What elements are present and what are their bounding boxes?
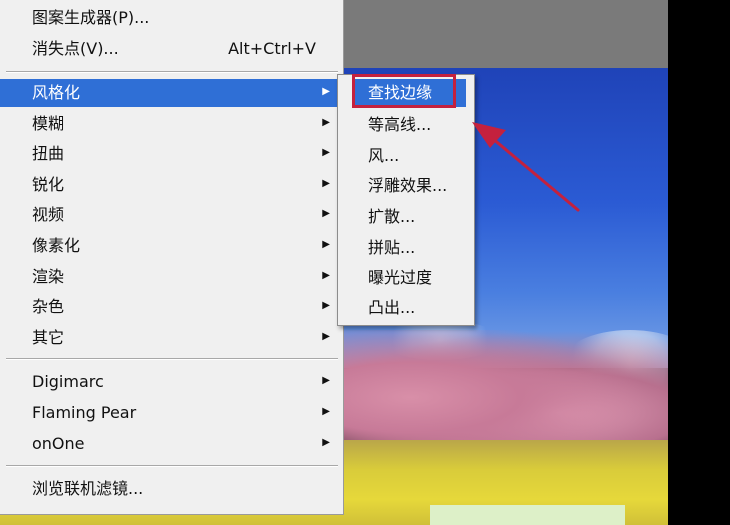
menu-item-sharpen[interactable]: 锐化 ▶ [0, 171, 342, 199]
menu-item-label: Digimarc [32, 372, 104, 391]
menu-item-label: 消失点(V)... [32, 39, 119, 58]
menu-item-label: 风格化 [32, 83, 81, 102]
menu-item-label: 锐化 [32, 175, 65, 194]
filter-menu: 图案生成器(P)... 消失点(V)... Alt+Ctrl+V 风格化 ▶ 模… [0, 0, 344, 515]
submenu-item-label: 拼贴... [368, 238, 416, 257]
menu-item-label: 扭曲 [32, 144, 65, 163]
menu-item-pattern-maker[interactable]: 图案生成器(P)... [0, 4, 342, 32]
submenu-item-label: 凸出... [368, 298, 416, 317]
submenu-item-solarize[interactable]: 曝光过度 [338, 263, 474, 293]
menu-item-label: 浏览联机滤镜... [32, 479, 144, 498]
menu-item-onone[interactable]: onOne ▶ [0, 430, 342, 458]
menu-item-browse-online-filters[interactable]: 浏览联机滤镜... [0, 475, 342, 503]
submenu-item-label: 扩散... [368, 207, 416, 226]
submenu-item-label: 曝光过度 [368, 268, 433, 287]
menu-item-label: 视频 [32, 205, 65, 224]
triangle-right-icon: ▶ [322, 375, 330, 386]
triangle-right-icon: ▶ [322, 117, 330, 128]
triangle-right-icon: ▶ [322, 86, 330, 97]
menu-item-render[interactable]: 渲染 ▶ [0, 263, 342, 291]
menu-item-label: onOne [32, 434, 85, 453]
menu-item-vanishing-point[interactable]: 消失点(V)... Alt+Ctrl+V [0, 35, 342, 63]
triangle-right-icon: ▶ [322, 239, 330, 250]
submenu-item-wind[interactable]: 风... [338, 141, 474, 171]
triangle-right-icon: ▶ [322, 437, 330, 448]
submenu-item-emboss[interactable]: 浮雕效果... [338, 171, 474, 201]
triangle-right-icon: ▶ [322, 147, 330, 158]
menu-item-video[interactable]: 视频 ▶ [0, 201, 342, 229]
submenu-item-label: 等高线... [368, 115, 432, 134]
triangle-right-icon: ▶ [322, 406, 330, 417]
screenshot-stage: 图案生成器(P)... 消失点(V)... Alt+Ctrl+V 风格化 ▶ 模… [0, 0, 730, 525]
triangle-right-icon: ▶ [322, 208, 330, 219]
menu-separator [6, 465, 338, 467]
menu-separator [6, 71, 338, 73]
submenu-item-diffuse[interactable]: 扩散... [338, 202, 474, 232]
menu-item-stylize[interactable]: 风格化 ▶ [0, 79, 342, 107]
menu-item-other[interactable]: 其它 ▶ [0, 324, 342, 352]
menu-item-label: 渲染 [32, 267, 65, 286]
menu-separator [6, 358, 338, 360]
submenu-item-label: 浮雕效果... [368, 176, 448, 195]
menu-item-noise[interactable]: 杂色 ▶ [0, 293, 342, 321]
triangle-right-icon: ▶ [322, 270, 330, 281]
menu-item-flaming-pear[interactable]: Flaming Pear ▶ [0, 399, 342, 427]
menu-item-pixelate[interactable]: 像素化 ▶ [0, 232, 342, 260]
submenu-item-extrude[interactable]: 凸出... [338, 293, 474, 323]
menu-item-digimarc[interactable]: Digimarc ▶ [0, 368, 342, 396]
menu-item-label: 模糊 [32, 114, 65, 133]
triangle-right-icon: ▶ [322, 178, 330, 189]
menu-item-shortcut: Alt+Ctrl+V [228, 39, 316, 58]
submenu-item-label: 风... [368, 146, 400, 165]
menu-item-label: 图案生成器(P)... [32, 8, 150, 27]
submenu-item-trace-contour[interactable]: 等高线... [338, 110, 474, 140]
menu-item-label: 杂色 [32, 297, 65, 316]
menu-item-distort[interactable]: 扭曲 ▶ [0, 140, 342, 168]
stylize-submenu: 查找边缘 等高线... 风... 浮雕效果... 扩散... 拼贴... 曝光过… [337, 74, 475, 326]
triangle-right-icon: ▶ [322, 331, 330, 342]
menu-item-label: Flaming Pear [32, 403, 137, 422]
menu-item-label: 像素化 [32, 236, 81, 255]
photo-light-patch [430, 505, 625, 525]
menu-item-blur[interactable]: 模糊 ▶ [0, 110, 342, 138]
triangle-right-icon: ▶ [322, 300, 330, 311]
annotation-highlight-box [352, 74, 456, 108]
menu-item-label: 其它 [32, 328, 65, 347]
submenu-item-tiles[interactable]: 拼贴... [338, 233, 474, 263]
